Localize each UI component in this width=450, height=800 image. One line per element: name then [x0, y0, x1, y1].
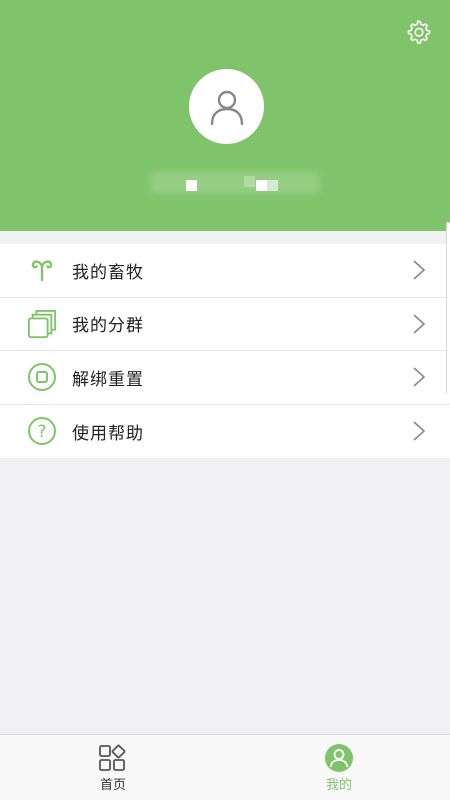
menu-item-help[interactable]: ? 使用帮助 [0, 405, 450, 459]
section-gap [0, 231, 450, 244]
menu-item-label: 解绑重置 [72, 369, 144, 390]
tab-label: 我的 [325, 777, 352, 793]
menu-item-label: 我的分群 [72, 316, 144, 337]
chevron-right-icon [413, 421, 426, 441]
menu-item-label: 使用帮助 [72, 423, 144, 444]
menu-item-unbind-reset[interactable]: 解绑重置 [0, 351, 450, 405]
question-circle-icon: ? [27, 416, 57, 446]
tab-label: 首页 [99, 777, 126, 793]
user-icon [210, 90, 243, 125]
profile-header [0, 0, 450, 231]
edge-scroll-indicator [446, 222, 450, 394]
tab-mine[interactable]: 我的 [294, 735, 384, 800]
tab-home[interactable]: 首页 [68, 735, 158, 800]
grid-icon [99, 744, 126, 771]
profile-icon [325, 743, 353, 772]
menu-item-my-livestock[interactable]: 我的畜牧 [0, 244, 450, 298]
unbind-circle-icon [27, 362, 57, 392]
chevron-right-icon [413, 314, 426, 334]
chevron-right-icon [413, 260, 426, 280]
menu-item-label: 我的畜牧 [72, 262, 144, 283]
menu-item-my-groups[interactable]: 我的分群 [0, 298, 450, 351]
avatar[interactable] [189, 69, 264, 144]
menu-list: 我的畜牧 我的分群 解绑重置 ? 使用帮助 [0, 244, 450, 458]
gear-icon [407, 20, 431, 44]
settings-button[interactable] [404, 18, 432, 46]
bottom-tab-bar: 首页 我的 [0, 734, 450, 800]
ram-horns-icon [27, 255, 57, 285]
svg-text:?: ? [37, 422, 46, 442]
chevron-right-icon [413, 367, 426, 387]
stacked-squares-icon [27, 309, 57, 339]
username-blurred [0, 172, 450, 198]
